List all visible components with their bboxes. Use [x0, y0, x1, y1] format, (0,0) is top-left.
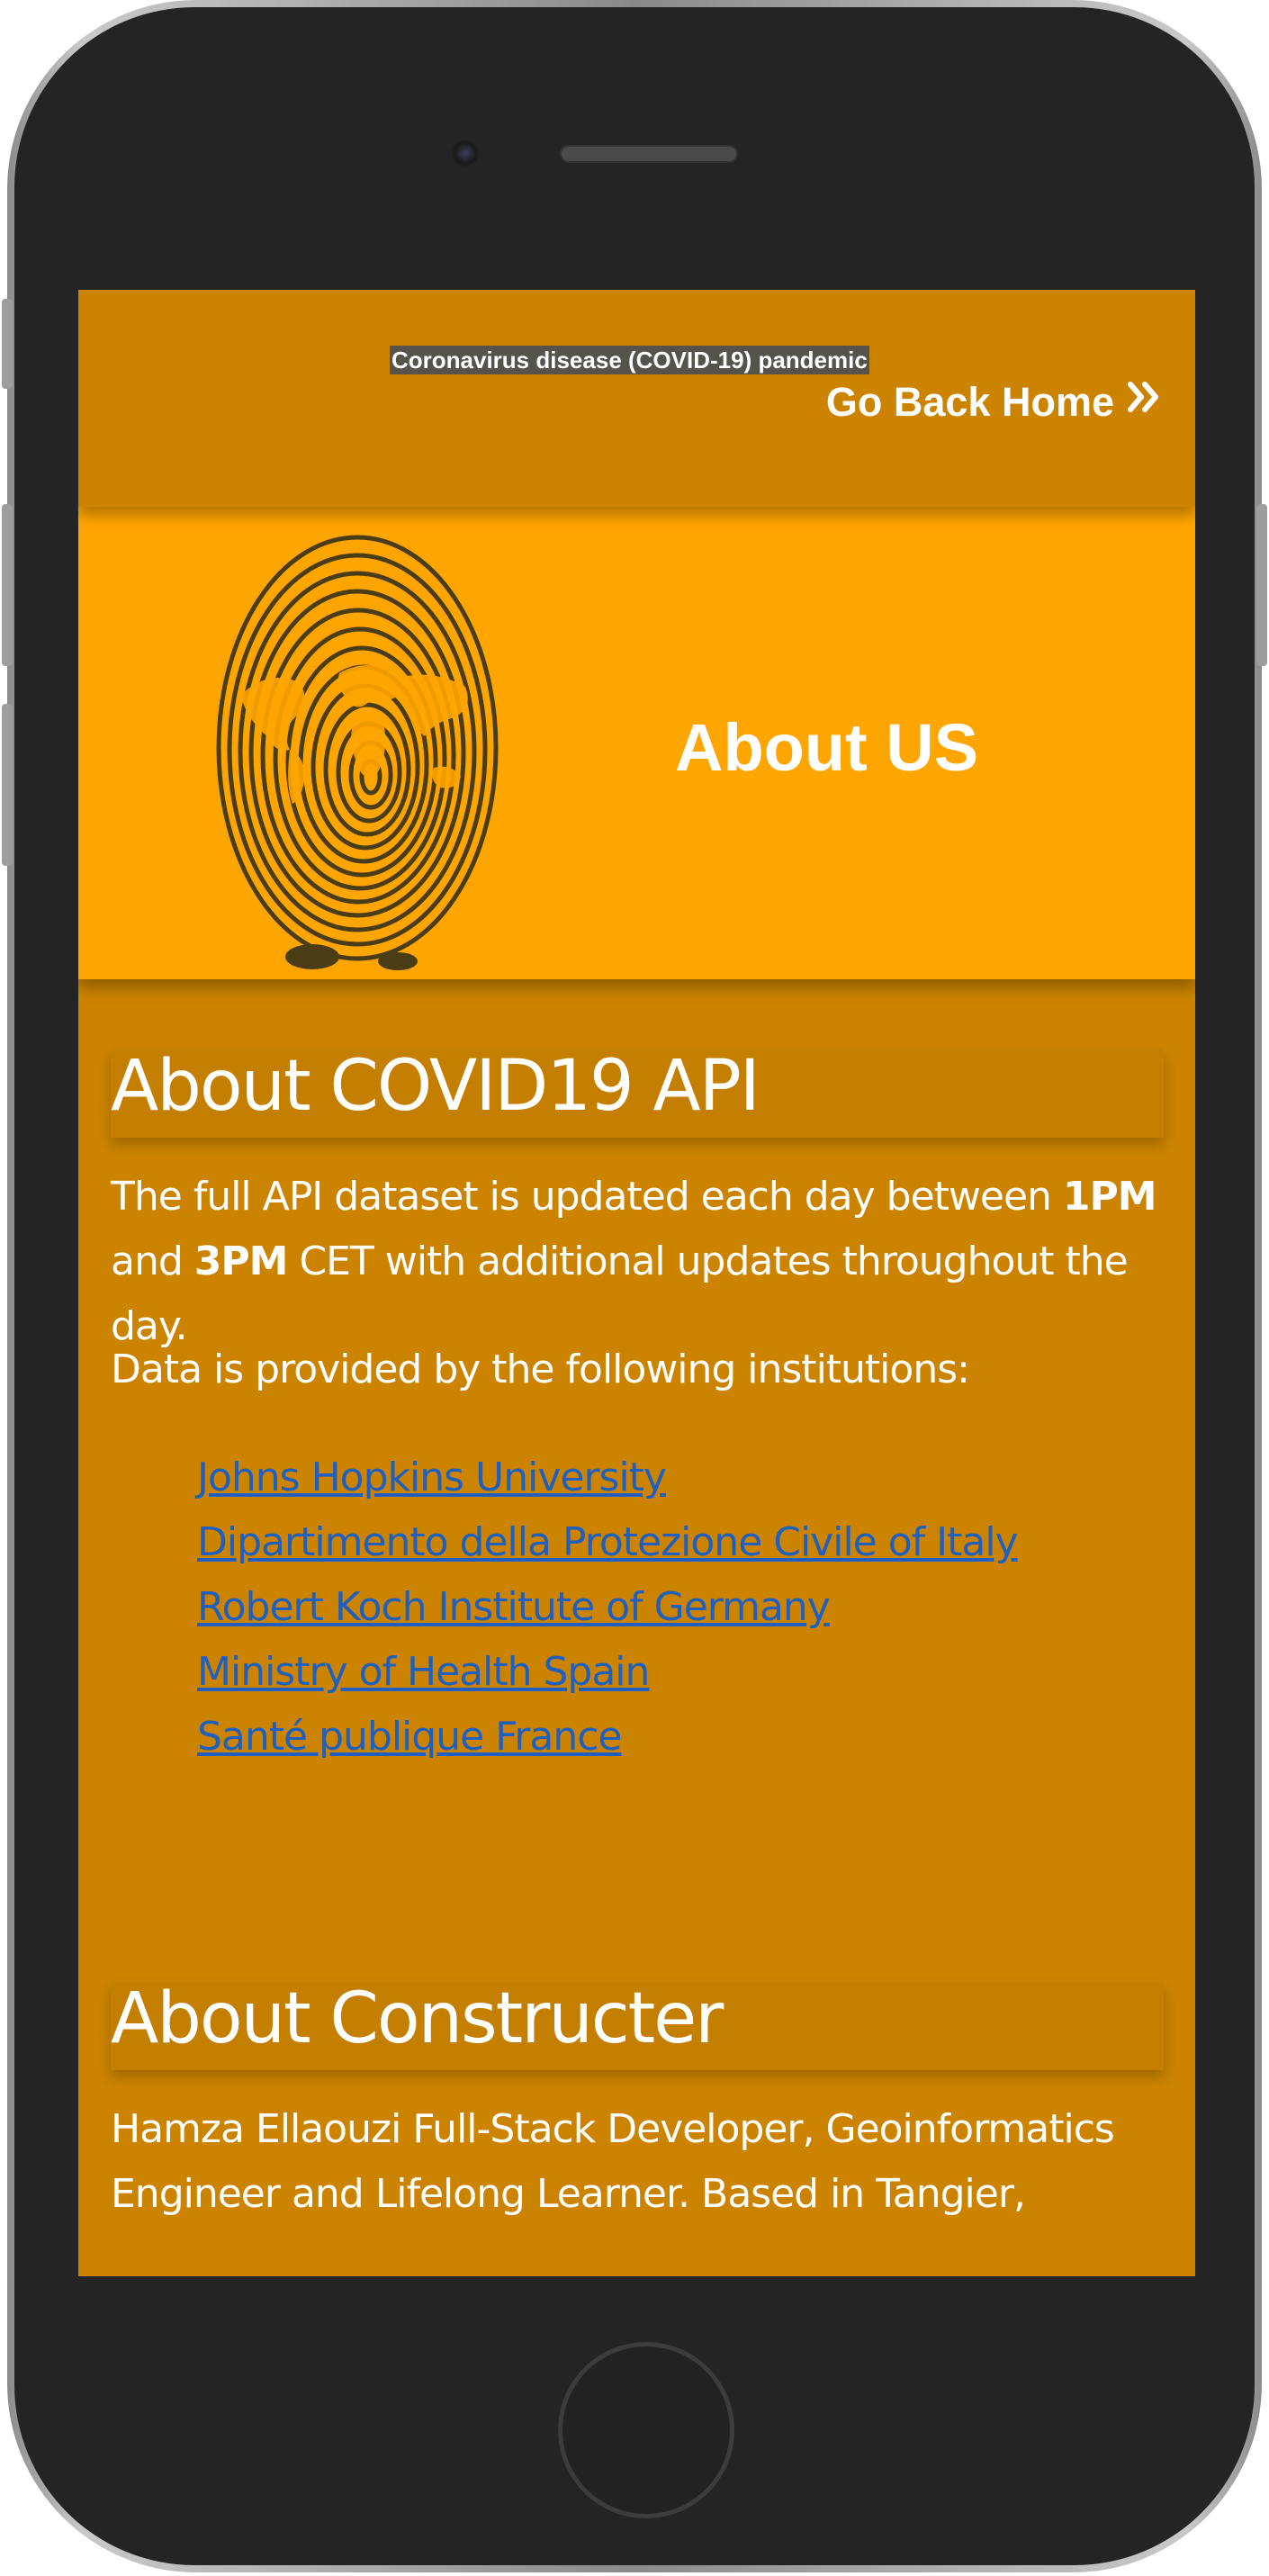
mute-switch: [2, 299, 13, 389]
update-schedule-text: The full API dataset is updated each day…: [111, 1174, 1157, 1349]
list-item: Dipartimento della Protezione Civile of …: [197, 1510, 1019, 1575]
list-item: Ministry of Health Spain: [197, 1640, 1018, 1705]
site-title[interactable]: Coronavirus disease (COVID-19) pandemic: [390, 346, 869, 374]
constructor-bio: Hamza Ellaouzi Full-Stack Developer, Geo…: [111, 2106, 1115, 2217]
api-heading-text: About COVID19 API: [111, 1046, 760, 1127]
institution-link[interactable]: Ministry of Health Spain: [197, 1649, 650, 1695]
sources-intro: Data is provided by the following instit…: [111, 1347, 970, 1392]
banner-title: About US: [675, 710, 979, 785]
institution-link[interactable]: Johns Hopkins University: [197, 1455, 667, 1500]
volume-down-button: [2, 704, 13, 866]
update-time-1: 1PM: [1062, 1174, 1157, 1220]
front-camera: [452, 140, 479, 167]
hero-banner: About US: [78, 507, 1195, 979]
update-time-2: 3PM: [194, 1238, 289, 1284]
phone-frame: Coronavirus disease (COVID-19) pandemic …: [2, 0, 1267, 2572]
list-item: Santé publique France: [197, 1705, 1018, 1770]
institution-link[interactable]: Robert Koch Institute of Germany: [197, 1584, 831, 1630]
institution-link[interactable]: Dipartimento della Protezione Civile of …: [197, 1519, 1019, 1565]
power-button: [1256, 504, 1267, 666]
fingerprint-world-map-image: [204, 507, 510, 979]
list-item: Robert Koch Institute of Germany: [197, 1575, 1018, 1640]
institutions-list: Johns Hopkins University Dipartimento de…: [197, 1446, 1019, 1770]
volume-up-button: [2, 504, 13, 666]
go-back-home-link[interactable]: Go Back Home: [826, 378, 1163, 427]
go-back-home-label: Go Back Home: [825, 379, 1114, 425]
double-chevron-right-icon: [1127, 378, 1163, 427]
constructor-heading-text: About Constructer: [111, 1978, 724, 2059]
institution-link[interactable]: Santé publique France: [197, 1714, 622, 1760]
api-section-heading: About COVID19 API: [111, 1046, 1164, 1138]
earpiece-speaker: [560, 145, 738, 163]
top-navbar: Coronavirus disease (COVID-19) pandemic …: [78, 290, 1195, 507]
home-button[interactable]: [558, 2342, 734, 2518]
constructor-section-heading: About Constructer: [111, 1978, 1164, 2070]
list-item: Johns Hopkins University: [197, 1446, 1018, 1510]
screen: Coronavirus disease (COVID-19) pandemic …: [78, 290, 1195, 2276]
